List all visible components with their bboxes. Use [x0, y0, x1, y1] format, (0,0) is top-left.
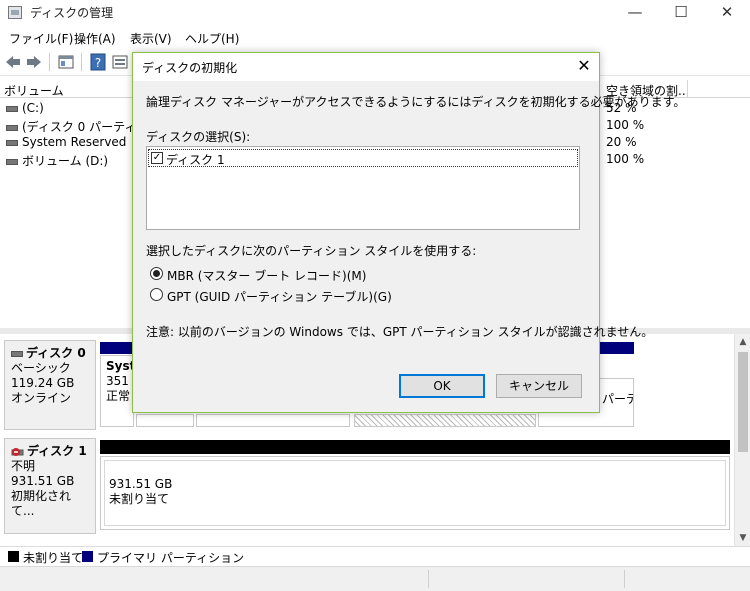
disk-0-status: オンライン: [11, 391, 72, 405]
disk-0-size: 119.24 GB: [11, 376, 75, 390]
drive-icon: [6, 139, 18, 146]
unallocated-status: 未割り当て: [109, 492, 170, 506]
unallocated-size: 931.51 GB: [109, 477, 173, 491]
main-titlebar: ディスクの管理 — ☐ ✕: [0, 0, 750, 26]
ok-button[interactable]: OK: [399, 374, 485, 398]
properties-icon[interactable]: [111, 53, 129, 71]
primary-partition-bar: [100, 342, 132, 354]
disk-select-label: ディスクの選択(S):: [146, 130, 251, 144]
minimize-button[interactable]: —: [612, 0, 658, 26]
partition-system-reserved[interactable]: Syste 351 M 正常: [100, 355, 134, 427]
gpt-label[interactable]: GPT (GUID パーティション テーブル)(G): [167, 288, 392, 305]
cancel-button[interactable]: キャンセル: [496, 374, 582, 398]
partition-selected-hatched[interactable]: [354, 414, 536, 427]
disk-pane-scrollbar[interactable]: ▲ ▼: [734, 334, 750, 546]
back-arrow-icon[interactable]: [4, 53, 22, 71]
forward-arrow-icon[interactable]: [25, 53, 43, 71]
initialize-disk-dialog: ディスクの初期化 ✕ 論理ディスク マネージャーがアクセスできるようにするにはデ…: [132, 52, 685, 413]
dialog-message: 論理ディスク マネージャーがアクセスできるようにするにはディスクを初期化する必要…: [146, 95, 686, 109]
compatibility-note: 注意: 以前のバージョンの Windows では、GPT パーティション スタイ…: [146, 325, 654, 339]
disk-1-label[interactable]: ディスク 1 不明 931.51 GB 初期化されて...: [4, 438, 96, 534]
free-percent-cell: 100 %: [606, 152, 645, 166]
mbr-label[interactable]: MBR (マスター ブート レコード)(M): [167, 267, 366, 284]
gpt-radio[interactable]: [150, 288, 163, 301]
primary-partition-bar: [598, 342, 634, 354]
free-percent-cell: 20 %: [606, 135, 637, 149]
column-header-blank: [688, 80, 750, 98]
volume-row[interactable]: (C:): [6, 101, 44, 115]
volume-row[interactable]: System Reserved: [6, 135, 126, 149]
maximize-button[interactable]: ☐: [658, 0, 704, 26]
menu-bar: ファイル(F) 操作(A) 表示(V) ヘルプ(H): [0, 26, 750, 48]
column-header-volume[interactable]: ボリューム: [0, 80, 134, 98]
menu-action[interactable]: 操作(A): [74, 30, 116, 47]
mbr-radio[interactable]: [150, 267, 163, 280]
dialog-title: ディスクの初期化: [142, 61, 238, 75]
volume-row[interactable]: ボリューム (D:): [6, 152, 108, 169]
disk-0-type: ベーシック: [11, 361, 71, 375]
legend-label-unallocated: 未割り当て: [23, 551, 84, 565]
partition-style-label: 選択したディスクに次のパーティション スタイルを使用する:: [146, 244, 477, 258]
partition-c-body[interactable]: [196, 414, 350, 427]
unallocated-space[interactable]: 931.51 GB 未割り当て: [100, 456, 730, 530]
legend: 未割り当て プライマリ パーティション: [0, 546, 750, 566]
disk-icon: [11, 350, 23, 357]
scroll-down-icon[interactable]: ▼: [735, 530, 750, 546]
close-button[interactable]: ✕: [704, 0, 750, 26]
scroll-thumb[interactable]: [738, 352, 748, 452]
disk-error-icon: [11, 447, 24, 456]
menu-view[interactable]: 表示(V): [130, 30, 172, 47]
disk-select-list[interactable]: ✓ ディスク 1: [146, 146, 580, 230]
dialog-titlebar: ディスクの初期化 ✕: [133, 53, 599, 81]
help-icon[interactable]: ?: [89, 53, 107, 71]
disk-0-label[interactable]: ディスク 0 ベーシック 119.24 GB オンライン: [4, 340, 96, 430]
legend-label-primary: プライマリ パーティション: [97, 551, 245, 565]
status-bar: [0, 566, 750, 591]
menu-file[interactable]: ファイル(F): [9, 30, 73, 47]
show-hide-console-icon[interactable]: [57, 53, 75, 71]
svg-text:?: ?: [95, 56, 101, 70]
disk-1-checkbox[interactable]: ✓: [151, 152, 163, 164]
disk-management-icon: [8, 6, 22, 19]
unallocated-bar: [100, 440, 730, 454]
legend-swatch-unallocated: [8, 551, 19, 562]
menu-help[interactable]: ヘルプ(H): [185, 30, 239, 47]
disk-1-status: 初期化されて...: [11, 489, 72, 518]
disk-1-item-label: ディスク 1: [166, 153, 225, 167]
partition-c[interactable]: [136, 414, 194, 427]
dialog-close-button[interactable]: ✕: [569, 53, 599, 81]
disk-1-type: 不明: [11, 459, 36, 473]
drive-icon: [6, 105, 18, 112]
legend-swatch-primary: [82, 551, 93, 562]
disk-0-name: ディスク 0: [26, 346, 86, 360]
free-percent-cell: 100 %: [606, 118, 645, 132]
scroll-up-icon[interactable]: ▲: [735, 334, 750, 350]
window-title: ディスクの管理: [30, 6, 114, 20]
list-item-disk-1[interactable]: ✓ ディスク 1: [148, 149, 578, 167]
drive-icon: [6, 158, 18, 165]
disk-1-size: 931.51 GB: [11, 474, 75, 488]
disk-1-name: ディスク 1: [27, 444, 87, 458]
drive-icon: [6, 124, 18, 131]
